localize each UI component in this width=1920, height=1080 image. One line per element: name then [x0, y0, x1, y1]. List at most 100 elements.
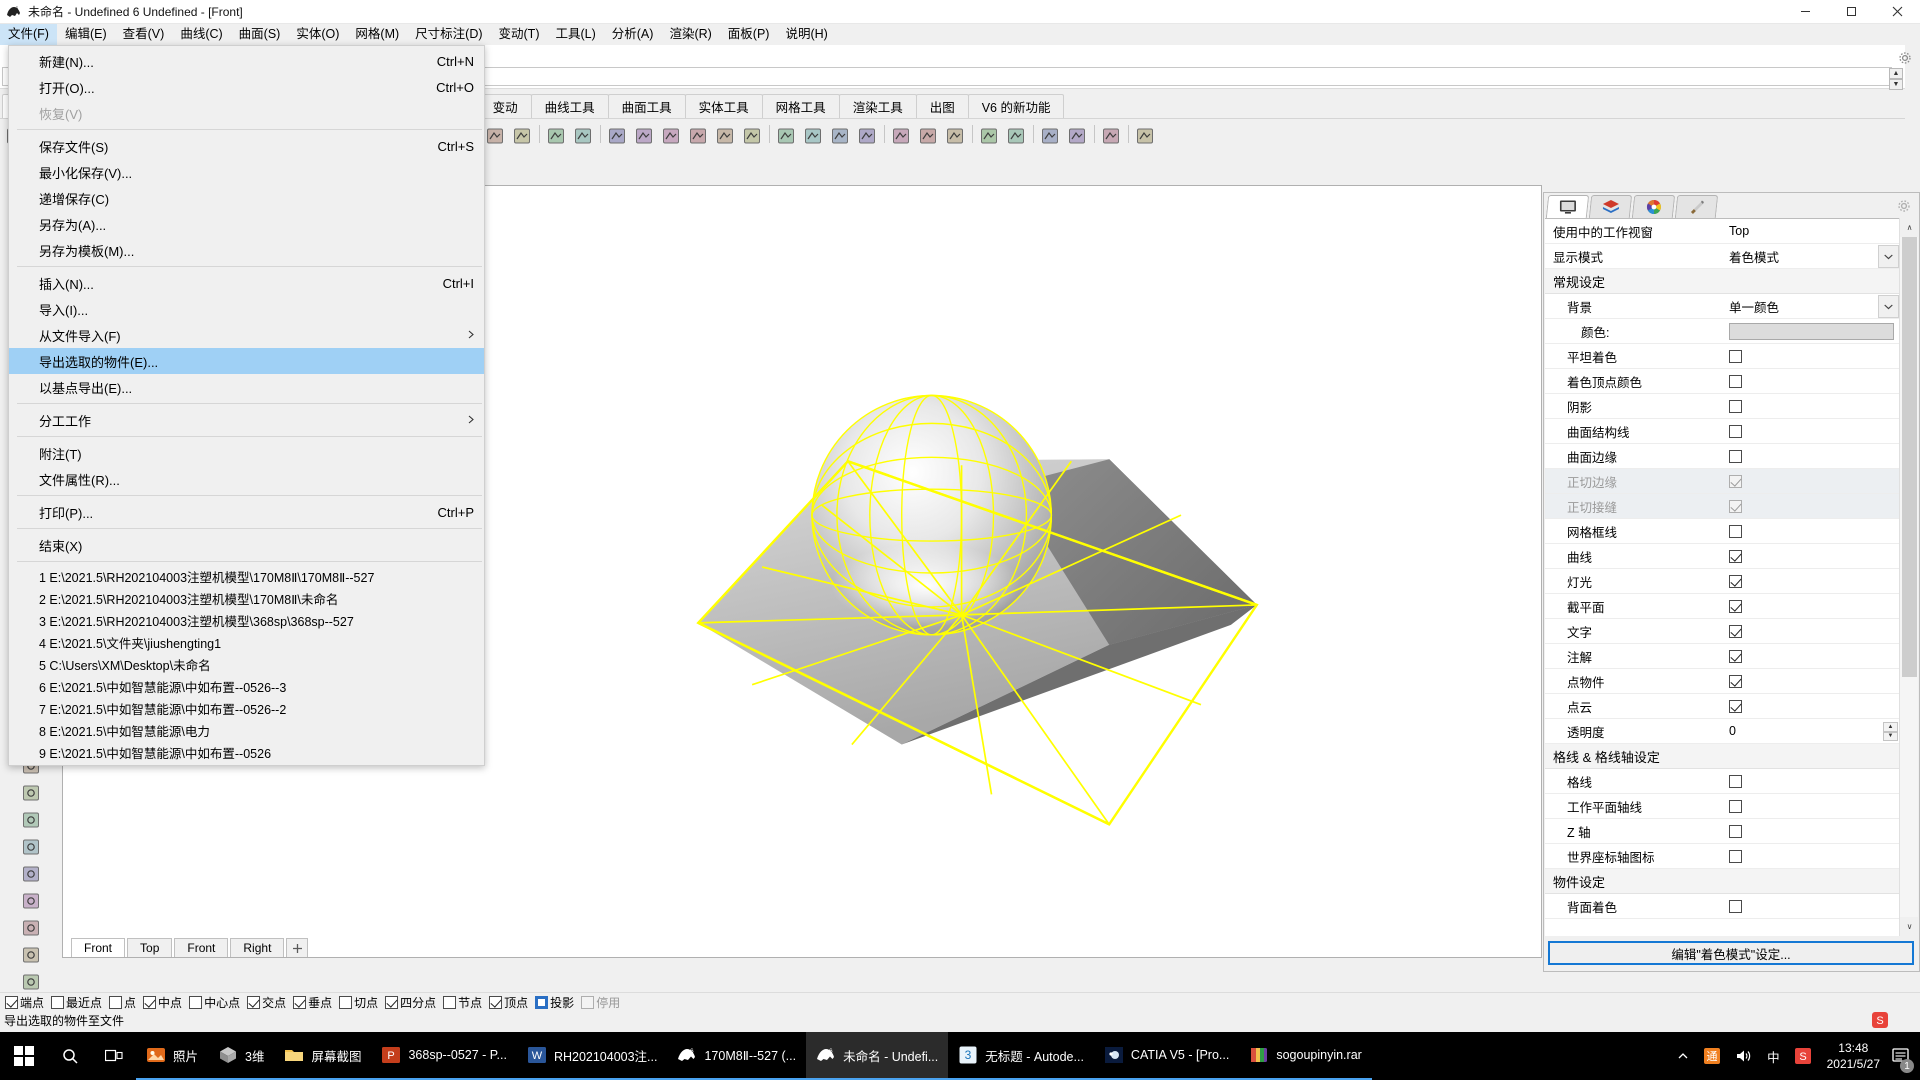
- mesh-icon[interactable]: [976, 123, 1002, 149]
- prop-lights-checkbox[interactable]: [1729, 574, 1742, 588]
- osnap-quad[interactable]: 四分点: [385, 994, 436, 1011]
- osnap-disable-checkbox[interactable]: [581, 996, 595, 1009]
- recent-file-item[interactable]: 3 E:\2021.5\RH202104003注塑机模型\368sp\368sp…: [9, 609, 484, 631]
- language-indicator[interactable]: 中: [1760, 1047, 1787, 1066]
- viewport-tab-front-2[interactable]: Front: [174, 938, 229, 957]
- prop-lights[interactable]: 灯光: [1545, 569, 1900, 594]
- osnap-knot-checkbox[interactable]: [443, 996, 457, 1009]
- tab-mesh-tools[interactable]: 网格工具: [761, 94, 840, 118]
- prop-shadows-checkbox[interactable]: [1729, 399, 1742, 413]
- file-save[interactable]: 保存文件(S) Ctrl+S: [9, 133, 484, 159]
- prop-background-color[interactable]: 颜色:: [1545, 319, 1900, 344]
- select-all-icon[interactable]: [543, 123, 569, 149]
- recent-file-item[interactable]: 2 E:\2021.5\RH202104003注塑机模型\170M8Ⅱ\未命名: [9, 587, 484, 609]
- taskbar-rhino-2[interactable]: 6 未命名 - Undefi...: [806, 1032, 949, 1080]
- recent-file-item[interactable]: 5 C:\Users\XM\Desktop\未命名: [9, 653, 484, 675]
- menu-analyze[interactable]: 分析(A): [604, 24, 662, 45]
- osnap-mid-checkbox[interactable]: [143, 996, 157, 1009]
- array-icon[interactable]: [18, 915, 44, 941]
- menu-mesh[interactable]: 网格(M): [347, 24, 407, 45]
- prop-annotations-value[interactable]: [1721, 649, 1900, 663]
- prop-mesh-wires-value[interactable]: [1721, 524, 1900, 538]
- scroll-down-button[interactable]: ∨: [1900, 917, 1919, 936]
- recent-file-item[interactable]: 8 E:\2021.5\中如智慧能源\电力: [9, 719, 484, 741]
- line-icon[interactable]: [658, 123, 684, 149]
- prop-shadows[interactable]: 阴影: [1545, 394, 1900, 419]
- taskbar-word[interactable]: W RH202104003注...: [516, 1032, 668, 1080]
- osnap-vertex[interactable]: 顶点: [489, 994, 528, 1011]
- task-view-icon[interactable]: [92, 1032, 136, 1080]
- viewport-tab-top[interactable]: Top: [127, 938, 173, 957]
- viewport-tab-right[interactable]: Right: [230, 938, 285, 957]
- recent-file-item[interactable]: 4 E:\2021.5\文件夹\jiushengting1: [9, 631, 484, 653]
- osnap-project[interactable]: 投影: [535, 994, 574, 1011]
- prop-transparency-value[interactable]: 0: [1721, 724, 1900, 738]
- prop-world-axes-icon-value[interactable]: [1721, 849, 1900, 863]
- split-icon[interactable]: [18, 834, 44, 860]
- recent-file-item[interactable]: 6 E:\2021.5\中如智慧能源\中如布置--0526--3: [9, 675, 484, 697]
- prop-background-value[interactable]: 单一颜色: [1721, 297, 1900, 316]
- panel-tab-materials[interactable]: [1631, 195, 1676, 218]
- file-save-as-template[interactable]: 另存为模板(M)...: [9, 237, 484, 263]
- recent-file-item[interactable]: 1 E:\2021.5\RH202104003注塑机模型\170M8Ⅱ\170M…: [9, 565, 484, 587]
- prop-surface-edges-checkbox[interactable]: [1729, 449, 1742, 463]
- prop-surface-edges-value[interactable]: [1721, 449, 1900, 463]
- sogou-tray-icon[interactable]: S: [1787, 1047, 1819, 1065]
- command-scroll-down-button[interactable]: ▼: [1889, 79, 1903, 90]
- prop-flat-shading-checkbox[interactable]: [1729, 349, 1742, 363]
- light-icon[interactable]: [509, 123, 535, 149]
- file-save-as[interactable]: 另存为(A)...: [9, 211, 484, 237]
- prop-surface-edges[interactable]: 曲面边缘: [1545, 444, 1900, 469]
- point-icon[interactable]: [604, 123, 630, 149]
- prop-shade-vertex-colors-checkbox[interactable]: [1729, 374, 1742, 388]
- revolve-icon[interactable]: [827, 123, 853, 149]
- analyze-icon[interactable]: [1037, 123, 1063, 149]
- file-import-from[interactable]: 从文件导入(F): [9, 322, 484, 348]
- boolean-diff-icon[interactable]: [915, 123, 941, 149]
- prop-curves-checkbox[interactable]: [1729, 549, 1742, 563]
- prop-world-axes-icon-checkbox[interactable]: [1729, 849, 1742, 863]
- prop-background[interactable]: 背景 单一颜色: [1545, 294, 1900, 319]
- tab-solid-tools[interactable]: 实体工具: [684, 94, 763, 118]
- stepper-down[interactable]: ▼: [1883, 731, 1898, 741]
- scrollbar-thumb[interactable]: [1902, 237, 1917, 677]
- prop-clipping-planes-checkbox[interactable]: [1729, 599, 1742, 613]
- distance-icon[interactable]: [1064, 123, 1090, 149]
- prop-curves-value[interactable]: [1721, 549, 1900, 563]
- boolean-union-icon[interactable]: [888, 123, 914, 149]
- tab-render-tools[interactable]: 渲染工具: [838, 94, 917, 118]
- recent-file-item[interactable]: 7 E:\2021.5\中如智慧能源\中如布置--0526--2: [9, 697, 484, 719]
- tab-drafting[interactable]: 出图: [915, 94, 969, 118]
- prop-text-value[interactable]: [1721, 624, 1900, 638]
- prop-lights-value[interactable]: [1721, 574, 1900, 588]
- osnap-project-checkbox[interactable]: [535, 996, 549, 1009]
- prop-text-checkbox[interactable]: [1729, 624, 1742, 638]
- prop-annotations[interactable]: 注解: [1545, 644, 1900, 669]
- menu-tools[interactable]: 工具(L): [547, 24, 603, 45]
- prop-mesh-wires-checkbox[interactable]: [1729, 524, 1742, 538]
- panel-tab-layers[interactable]: [1588, 195, 1633, 218]
- file-import[interactable]: 导入(I)...: [9, 296, 484, 322]
- osnap-point[interactable]: 点: [109, 994, 136, 1011]
- start-button[interactable]: [0, 1032, 48, 1080]
- osnap-knot[interactable]: 节点: [443, 994, 482, 1011]
- taskbar-screenshot[interactable]: 屏幕截图: [274, 1032, 372, 1080]
- taskbar-photos[interactable]: 照片: [136, 1032, 209, 1080]
- osnap-perp-checkbox[interactable]: [293, 996, 307, 1009]
- osnap-end-checkbox[interactable]: [5, 996, 18, 1009]
- circle-icon[interactable]: [712, 123, 738, 149]
- prop-shade-vertex-colors[interactable]: 着色顶点颜色: [1545, 369, 1900, 394]
- osnap-vertex-checkbox[interactable]: [489, 996, 503, 1009]
- clock[interactable]: 13:48 2021/5/27: [1819, 1040, 1888, 1072]
- prop-point-objects-checkbox[interactable]: [1729, 674, 1742, 688]
- prop-grid-checkbox[interactable]: [1729, 774, 1742, 788]
- command-scroll-up-button[interactable]: ▲: [1889, 68, 1903, 79]
- osnap-disable[interactable]: 停用: [581, 994, 620, 1011]
- osnap-near[interactable]: 最近点: [51, 994, 102, 1011]
- tab-transform[interactable]: 变动: [478, 94, 532, 118]
- file-open[interactable]: 打开(O)... Ctrl+O: [9, 74, 484, 100]
- prop-clipping-planes[interactable]: 截平面: [1545, 594, 1900, 619]
- stepper-up[interactable]: ▲: [1883, 722, 1898, 732]
- prop-cplane-axes-checkbox[interactable]: [1729, 799, 1742, 813]
- file-properties[interactable]: 文件属性(R)...: [9, 466, 484, 492]
